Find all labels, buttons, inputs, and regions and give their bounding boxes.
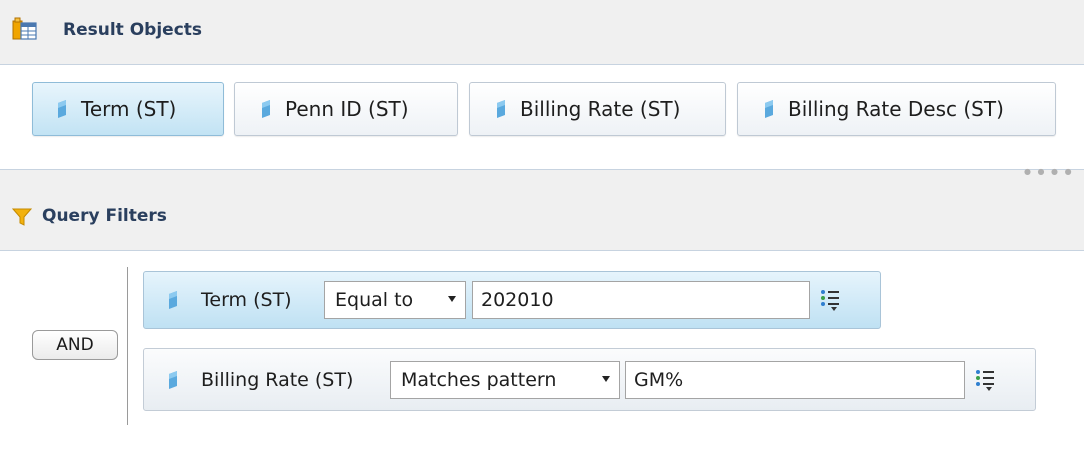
funnel-icon — [11, 207, 33, 232]
table-icon — [12, 15, 38, 46]
query-filters-header: Query Filters — [0, 185, 1084, 247]
result-object-term[interactable]: Term (ST) — [32, 82, 224, 136]
chevron-down-icon — [602, 375, 610, 382]
result-objects-title: Result Objects — [63, 20, 203, 40]
filter-row-billing-rate[interactable]: Billing Rate (ST) Matches pattern — [143, 348, 1036, 411]
filter-object-label: Term (ST) — [201, 289, 292, 311]
result-object-billing-rate[interactable]: Billing Rate (ST) — [469, 82, 726, 136]
filter-object-label: Billing Rate (ST) — [201, 368, 354, 391]
result-object-label: Billing Rate Desc (ST) — [788, 97, 1004, 121]
filter-operator-select[interactable]: Matches pattern — [390, 360, 620, 399]
dimension-icon — [765, 100, 773, 118]
filter-operator-select[interactable]: Equal to — [324, 281, 466, 319]
query-filters-title: Query Filters — [42, 206, 167, 226]
filter-operator-value: Matches pattern — [401, 368, 557, 391]
dimension-icon — [497, 100, 505, 118]
result-object-penn-id[interactable]: Penn ID (ST) — [234, 82, 458, 136]
result-object-label: Penn ID (ST) — [285, 97, 409, 121]
filter-value-input[interactable] — [472, 281, 810, 319]
list-values-icon[interactable] — [819, 288, 841, 312]
result-objects-panel: Term (ST) Penn ID (ST) Billing Rate (ST)… — [0, 64, 1084, 170]
dimension-icon — [169, 291, 177, 309]
filter-tree-line — [127, 267, 128, 425]
dimension-icon — [58, 100, 66, 118]
filter-value-input[interactable] — [625, 360, 965, 399]
query-filters-panel: AND Term (ST) Equal to Billing Rate (ST)… — [0, 250, 1084, 450]
result-object-label: Billing Rate (ST) — [520, 97, 681, 121]
list-values-icon[interactable] — [974, 368, 996, 392]
result-object-billing-rate-desc[interactable]: Billing Rate Desc (ST) — [737, 82, 1056, 136]
result-objects-header: Result Objects — [0, 0, 1084, 60]
resize-handle[interactable]: ● ● ● ● — [1024, 167, 1074, 176]
filter-operator-value: Equal to — [335, 289, 414, 311]
chevron-down-icon — [448, 296, 456, 302]
filter-row-term[interactable]: Term (ST) Equal to — [143, 271, 881, 329]
and-operator-button[interactable]: AND — [32, 330, 118, 360]
dimension-icon — [262, 100, 270, 118]
dimension-icon — [169, 370, 177, 389]
result-object-label: Term (ST) — [81, 97, 177, 121]
